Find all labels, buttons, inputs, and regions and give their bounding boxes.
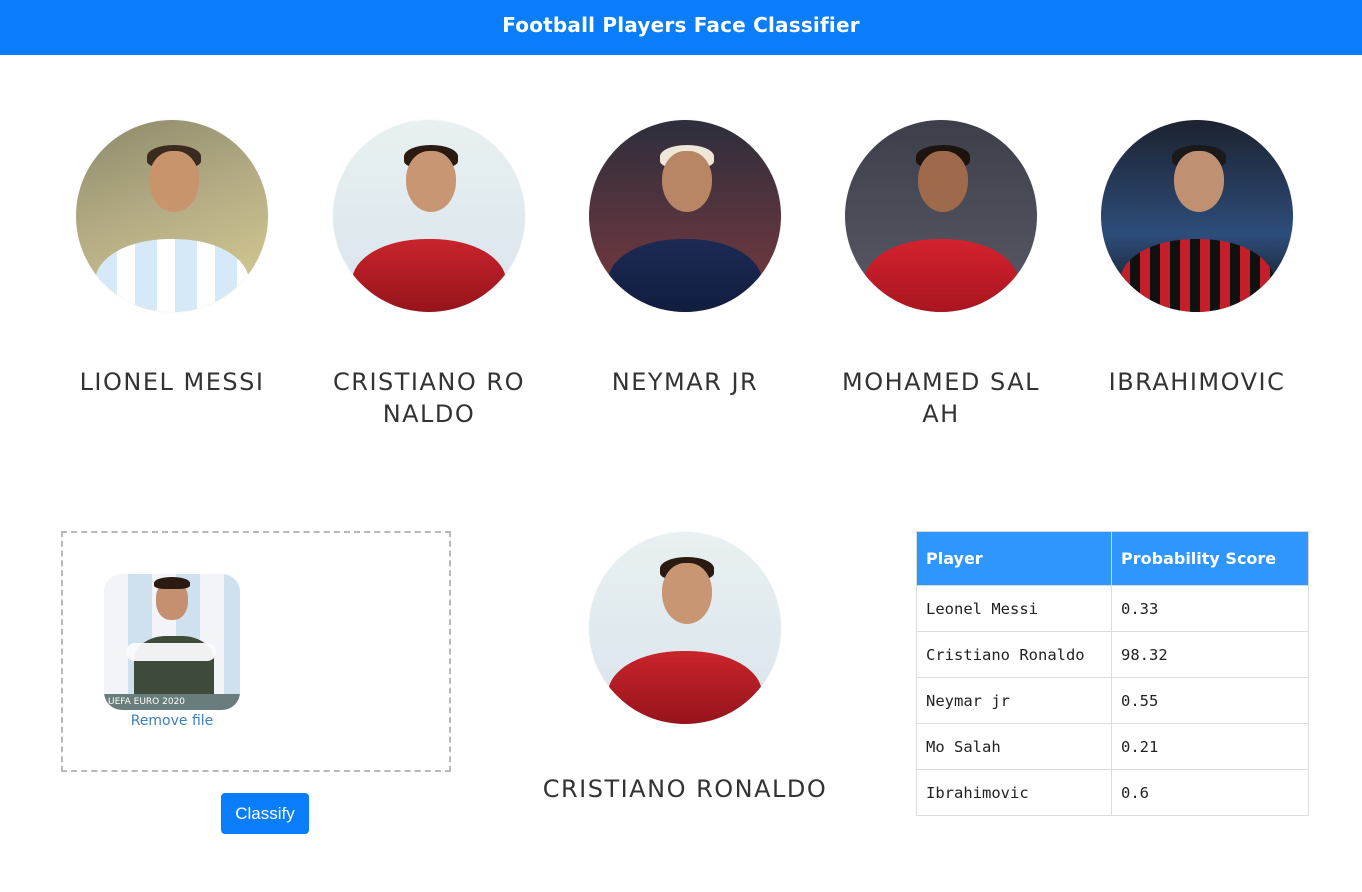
result-player-name: CRISTIANO RONALDO	[542, 775, 828, 803]
player-photo-messi	[76, 120, 268, 312]
result-player-photo	[589, 532, 781, 724]
cell-score: 0.33	[1111, 585, 1309, 632]
uploaded-image-thumbnail: UEFA EURO 2020	[104, 574, 240, 710]
probability-table: Player Probability Score Leonel Messi 0.…	[916, 531, 1309, 816]
player-name: MOHAMED SALAH	[841, 368, 1040, 428]
cell-player: Ibrahimovic	[916, 769, 1112, 816]
cell-player: Leonel Messi	[916, 585, 1112, 632]
table-row: Cristiano Ronaldo 98.32	[916, 631, 1309, 678]
table-row: Ibrahimovic 0.6	[916, 769, 1309, 816]
player-photo-neymar	[589, 120, 781, 312]
thumbnail-caption: UEFA EURO 2020	[104, 694, 240, 710]
player-card-ronaldo: CRISTIANO RONALDO	[319, 120, 539, 430]
remove-file-link[interactable]: Remove file	[63, 713, 281, 729]
app-header: Football Players Face Classifier	[0, 0, 1362, 55]
upload-dropzone[interactable]: UEFA EURO 2020 Remove file	[61, 531, 451, 772]
classify-button[interactable]: Classify	[221, 793, 309, 834]
column-header-player: Player	[916, 531, 1112, 586]
table-header-row: Player Probability Score	[916, 531, 1309, 586]
player-photo-salah	[845, 120, 1037, 312]
cell-score: 0.21	[1111, 723, 1309, 770]
table-row: Neymar jr 0.55	[916, 677, 1309, 724]
cell-score: 0.6	[1111, 769, 1309, 816]
cell-player: Mo Salah	[916, 723, 1112, 770]
player-card-messi: LIONEL MESSI	[62, 120, 282, 398]
result-photo	[589, 532, 781, 724]
page-title: Football Players Face Classifier	[502, 13, 860, 37]
column-header-score: Probability Score	[1111, 531, 1309, 586]
table-row: Leonel Messi 0.33	[916, 585, 1309, 632]
cell-player: Cristiano Ronaldo	[916, 631, 1112, 678]
cell-score: 98.32	[1111, 631, 1309, 678]
player-name: NEYMAR JR	[611, 368, 759, 396]
table-row: Mo Salah 0.21	[916, 723, 1309, 770]
player-name: LIONEL MESSI	[79, 368, 265, 396]
cell-player: Neymar jr	[916, 677, 1112, 724]
player-card-salah: MOHAMED SALAH	[831, 120, 1051, 430]
player-name: IBRAHIMOVIC	[1108, 368, 1286, 396]
cell-score: 0.55	[1111, 677, 1309, 724]
player-photo-ibrahimovic	[1101, 120, 1293, 312]
player-card-ibrahimovic: IBRAHIMOVIC	[1087, 120, 1307, 398]
player-photo-ronaldo	[333, 120, 525, 312]
player-name: CRISTIANO RONALDO	[333, 368, 525, 428]
player-card-neymar: NEYMAR JR	[575, 120, 795, 398]
